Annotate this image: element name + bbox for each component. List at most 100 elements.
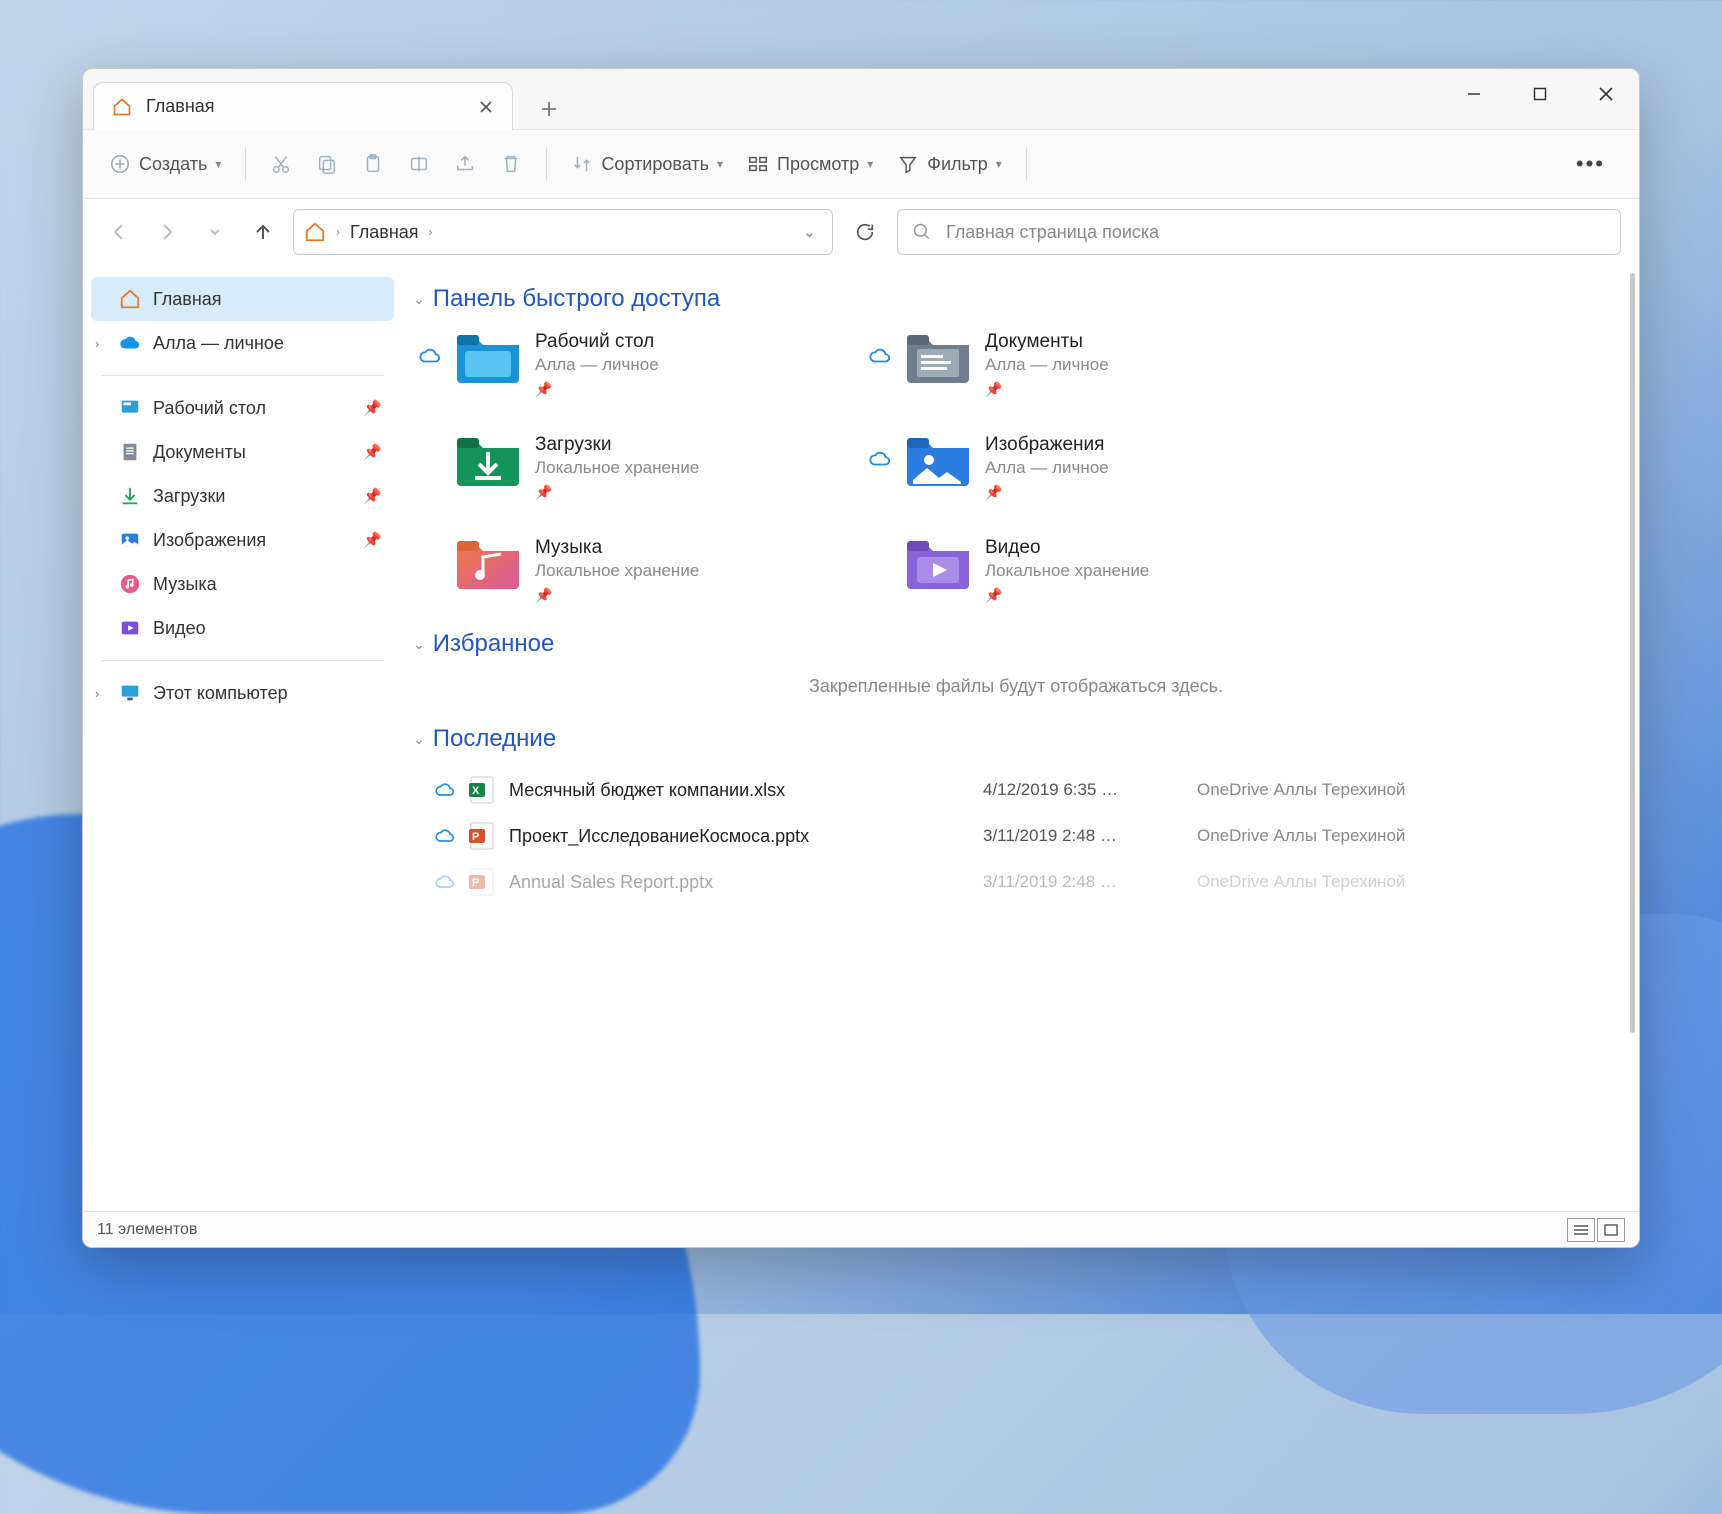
folder-videos-icon: [903, 533, 973, 591]
search-icon: [912, 222, 932, 242]
home-icon: [112, 97, 132, 117]
cloud-icon: [419, 345, 441, 367]
new-tab-button[interactable]: [529, 89, 569, 129]
sidebar-videos[interactable]: Видео: [91, 606, 394, 650]
chevron-down-icon: ⌄: [413, 731, 425, 748]
tab-title: Главная: [146, 96, 215, 117]
back-button[interactable]: [101, 214, 137, 250]
powerpoint-icon: P: [469, 821, 495, 851]
up-button[interactable]: [245, 214, 281, 250]
status-bar: 11 элементов: [83, 1211, 1639, 1247]
recent-item[interactable]: X Месячный бюджет компании.xlsx 4/12/201…: [413, 767, 1619, 813]
sort-button[interactable]: Сортировать ▾: [561, 142, 733, 186]
recent-item[interactable]: P Проект_ИсследованиеКосмоса.pptx 3/11/2…: [413, 813, 1619, 859]
pin-icon: 📌: [363, 531, 382, 549]
window-controls: [1441, 69, 1639, 119]
toolbar: Создать ▾ Сортировать ▾ Просмотр ▾ Фильт…: [83, 129, 1639, 199]
view-button[interactable]: Просмотр ▾: [737, 142, 883, 186]
search-input[interactable]: [946, 222, 1606, 243]
filter-button[interactable]: Фильтр ▾: [887, 142, 1012, 186]
quick-item-desktop[interactable]: Рабочий столАлла — личное📌: [419, 327, 859, 398]
chevron-right-icon[interactable]: ›: [429, 225, 433, 239]
cloud-icon: [869, 448, 891, 470]
icons-view-button[interactable]: [1597, 1218, 1625, 1242]
pin-icon: 📌: [985, 587, 1149, 604]
quick-item-music[interactable]: МузыкаЛокальное хранение📌: [419, 533, 859, 604]
quick-item-videos[interactable]: ВидеоЛокальное хранение📌: [869, 533, 1309, 604]
close-button[interactable]: [1573, 69, 1639, 119]
paste-button[interactable]: [352, 142, 394, 186]
pin-icon: 📌: [985, 484, 1109, 501]
document-icon: [119, 441, 141, 463]
chevron-down-icon: ⌄: [413, 291, 425, 308]
copy-button[interactable]: [306, 142, 348, 186]
sidebar: Главная › Алла — личное Рабочий стол 📌 Д…: [83, 265, 403, 1247]
scrollbar[interactable]: [1630, 273, 1635, 1033]
section-recent[interactable]: ⌄ Последние: [413, 725, 1619, 753]
recent-dropdown[interactable]: [197, 214, 233, 250]
sidebar-documents[interactable]: Документы 📌: [91, 430, 394, 474]
folder-pictures-icon: [903, 430, 973, 488]
sidebar-music[interactable]: Музыка: [91, 562, 394, 606]
address-bar[interactable]: › Главная › ⌄: [293, 209, 833, 255]
share-button[interactable]: [444, 142, 486, 186]
status-text: 11 элементов: [97, 1221, 197, 1239]
cloud-icon: [435, 872, 455, 892]
address-dropdown[interactable]: ⌄: [797, 222, 822, 242]
chevron-down-icon: ▾: [717, 157, 723, 171]
delete-button[interactable]: [490, 142, 532, 186]
tab-close-button[interactable]: [472, 93, 500, 121]
svg-text:P: P: [472, 831, 479, 843]
pin-icon: 📌: [535, 484, 699, 501]
powerpoint-icon: P: [469, 867, 495, 897]
quick-access-grid: Рабочий столАлла — личное📌 ДокументыАлла…: [419, 327, 1619, 604]
pictures-icon: [119, 529, 141, 551]
forward-button[interactable]: [149, 214, 185, 250]
breadcrumb-root[interactable]: Главная: [350, 222, 419, 243]
cloud-icon: [869, 345, 891, 367]
pin-icon: 📌: [363, 443, 382, 461]
chevron-down-icon: ⌄: [413, 636, 425, 653]
new-button[interactable]: Создать ▾: [99, 142, 231, 186]
chevron-down-icon: ▾: [215, 157, 221, 171]
recent-item[interactable]: P Annual Sales Report.pptx 3/11/2019 2:4…: [413, 859, 1619, 905]
chevron-down-icon: ▾: [867, 157, 873, 171]
maximize-button[interactable]: [1507, 69, 1573, 119]
folder-downloads-icon: [453, 430, 523, 488]
quick-item-pictures[interactable]: ИзображенияАлла — личное📌: [869, 430, 1309, 501]
sidebar-downloads[interactable]: Загрузки 📌: [91, 474, 394, 518]
folder-music-icon: [453, 533, 523, 591]
section-favorites[interactable]: ⌄ Избранное: [413, 630, 1619, 658]
pin-icon: 📌: [363, 399, 382, 417]
folder-documents-icon: [903, 327, 973, 385]
body: Главная › Алла — личное Рабочий стол 📌 Д…: [83, 265, 1639, 1247]
quick-item-documents[interactable]: ДокументыАлла — личное📌: [869, 327, 1309, 398]
svg-text:P: P: [472, 877, 479, 889]
sidebar-home[interactable]: Главная: [91, 277, 394, 321]
sidebar-onedrive[interactable]: › Алла — личное: [91, 321, 394, 365]
chevron-right-icon[interactable]: ›: [95, 336, 99, 351]
chevron-down-icon: ▾: [996, 157, 1002, 171]
rename-button[interactable]: [398, 142, 440, 186]
chevron-right-icon[interactable]: ›: [95, 686, 99, 701]
search-bar[interactable]: [897, 209, 1621, 255]
cloud-icon: [119, 332, 141, 354]
cloud-icon: [435, 780, 455, 800]
cut-button[interactable]: [260, 142, 302, 186]
tab-home[interactable]: Главная: [93, 82, 513, 130]
pin-icon: 📌: [363, 487, 382, 505]
more-button[interactable]: •••: [1558, 151, 1623, 177]
folder-desktop-icon: [453, 327, 523, 385]
excel-icon: X: [469, 775, 495, 805]
svg-text:X: X: [472, 785, 480, 797]
nav-row: › Главная › ⌄: [83, 199, 1639, 265]
minimize-button[interactable]: [1441, 69, 1507, 119]
details-view-button[interactable]: [1567, 1218, 1595, 1242]
refresh-button[interactable]: [845, 212, 885, 252]
sidebar-pictures[interactable]: Изображения 📌: [91, 518, 394, 562]
section-quick-access[interactable]: ⌄ Панель быстрого доступа: [413, 285, 1619, 313]
sidebar-thispc[interactable]: › Этот компьютер: [91, 671, 394, 715]
desktop-icon: [119, 397, 141, 419]
quick-item-downloads[interactable]: ЗагрузкиЛокальное хранение📌: [419, 430, 859, 501]
sidebar-desktop[interactable]: Рабочий стол 📌: [91, 386, 394, 430]
